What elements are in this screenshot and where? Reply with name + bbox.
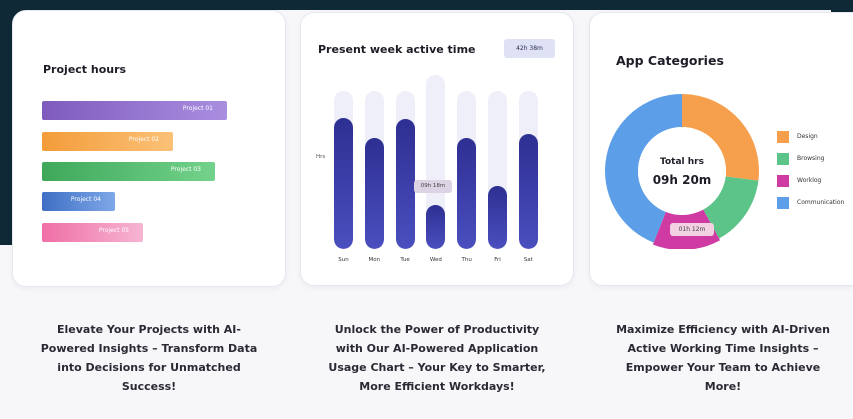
- bar-track-thu: [457, 91, 477, 249]
- app-categories-title: App Categories: [616, 53, 724, 68]
- project-bar-label: Project 05: [98, 227, 129, 234]
- day-label-sat: Sat: [523, 257, 533, 263]
- day-label-tue: Tue: [400, 257, 410, 263]
- app-categories-card: App Categories Total hrs 09h 20m 01h 12m…: [589, 12, 853, 286]
- caption-project-hours: Elevate Your Projects with AI-Powered In…: [40, 323, 258, 393]
- legend-label: Design: [797, 133, 818, 140]
- caption-application-usage: Unlock the Power of Productivity with Ou…: [328, 323, 546, 393]
- top-dark-band: [0, 0, 853, 10]
- project-bar-label: Project 01: [182, 105, 213, 112]
- bar-fill-mon[interactable]: [364, 138, 384, 249]
- active-time-total-badge: 42h 38m: [504, 39, 555, 58]
- caption-active-time: Maximize Efficiency with AI-Driven Activ…: [616, 323, 830, 393]
- legend-swatch: [777, 175, 789, 187]
- donut-hole: [638, 127, 726, 215]
- bar-track-mon: [364, 91, 384, 249]
- project-bar-label: Project 04: [70, 196, 101, 203]
- donut-center-label: Total hrs: [660, 157, 704, 167]
- legend-label: Communication: [797, 199, 845, 206]
- day-label-mon: Mon: [368, 257, 381, 263]
- project-bar-3: Project 03: [42, 162, 215, 181]
- day-label-thu: Thu: [461, 257, 472, 263]
- project-bar-1: Project 01: [42, 101, 227, 120]
- legend-swatch: [777, 197, 789, 209]
- legend-swatch: [777, 153, 789, 165]
- project-bar-label: Project 02: [128, 136, 159, 143]
- project-bar-2: Project 02: [42, 132, 173, 151]
- legend-label: Worklog: [797, 177, 822, 184]
- bar-fill-wed[interactable]: [426, 204, 446, 249]
- bar-track-fri: [488, 91, 507, 249]
- project-hours-title: Project hours: [43, 63, 127, 76]
- bar-hover-tooltip: 09h 18m: [414, 180, 452, 193]
- donut-hover-tooltip: 01h 12m: [670, 223, 714, 236]
- bar-track-sun: [334, 91, 353, 249]
- day-label-sun: Sun: [338, 257, 349, 263]
- bar-track-tue: [395, 91, 415, 249]
- project-bar-4: Project 04: [42, 192, 115, 211]
- legend-swatch: [777, 131, 789, 143]
- active-time-title: Present week active time: [318, 43, 476, 56]
- project-bar-5: Project 05: [42, 223, 143, 242]
- project-hours-card: Project hours Project 01 Project 02 Projec…: [12, 10, 286, 287]
- bar-fill-sat[interactable]: [518, 133, 538, 249]
- bar-fill-fri[interactable]: [488, 185, 507, 249]
- project-bar-label: Project 03: [170, 166, 201, 173]
- donut-center-value: 09h 20m: [652, 173, 712, 187]
- day-label-fri: Fri: [494, 257, 501, 263]
- bar-fill-sun[interactable]: [334, 117, 353, 249]
- day-label-wed: Wed: [429, 257, 442, 263]
- bar-fill-tue[interactable]: [395, 119, 415, 249]
- y-axis-label: Hrs: [316, 154, 326, 160]
- bar-track-sat: [518, 91, 538, 249]
- legend-label: Browsing: [797, 155, 825, 162]
- bar-fill-thu[interactable]: [457, 138, 477, 249]
- bar-track-wed: [426, 75, 446, 249]
- active-time-card: Present week active time 42h 38m Hrs Sun…: [300, 12, 574, 286]
